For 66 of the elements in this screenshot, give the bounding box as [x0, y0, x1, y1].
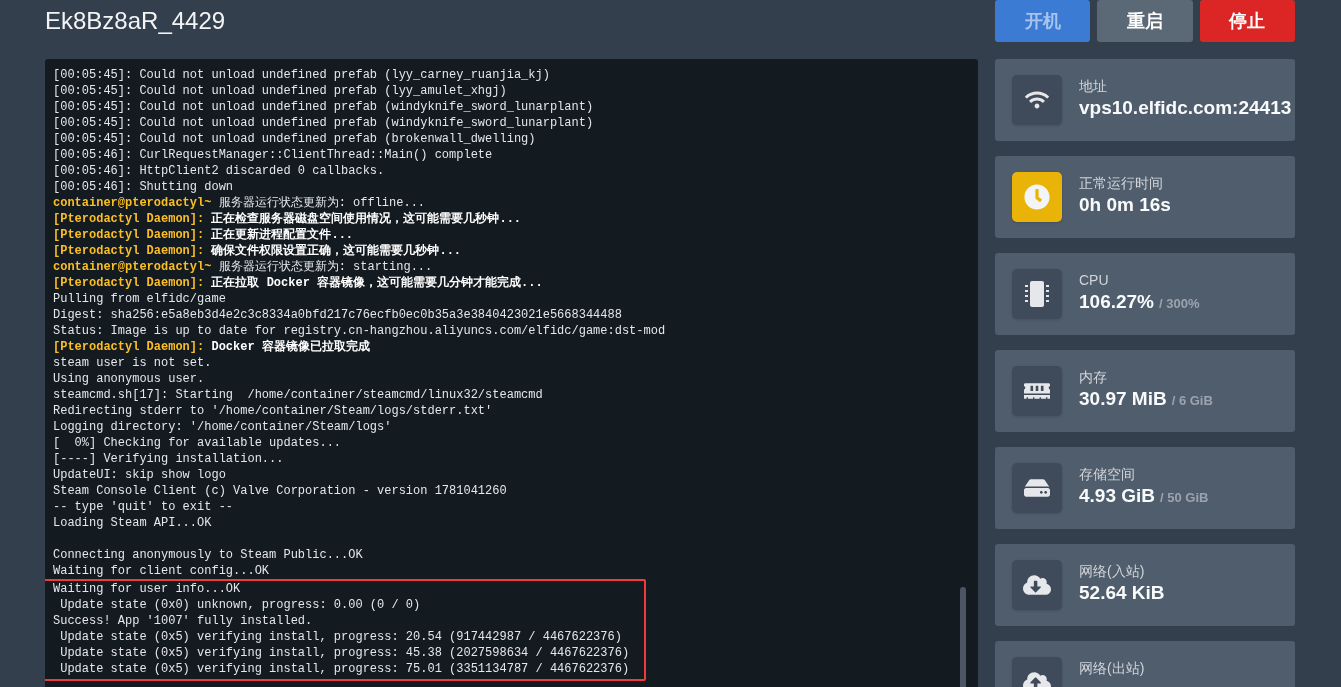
stat-limit: / 6 GiB: [1171, 392, 1213, 410]
server-name: Ek8Bz8aR_4429: [45, 6, 226, 36]
chip-icon: [1024, 279, 1050, 309]
console-line: 正在检查服务器磁盘空间使用情况，这可能需要几秒钟...: [210, 211, 522, 227]
stat-label: 网络(出站): [1079, 659, 1145, 677]
console-line: 服务器运行状态更新为: offline...: [217, 195, 426, 211]
console-prompt: container@pterodactyl~: [53, 195, 212, 211]
stat-limit: / 300%: [1159, 295, 1200, 313]
stat-value: 106.27%: [1079, 290, 1154, 314]
console-line: [00:05:45]: Could not unload undefined prefab (windyknife_sword_lunarplant): [53, 99, 595, 115]
console-line: Waiting for user info...OK: [53, 581, 242, 597]
daemon-prefix: [Pterodactyl Daemon]:: [53, 211, 205, 227]
scrollbar-thumb[interactable]: [960, 587, 966, 687]
console-line: [00:05:46]: CurlRequestManager::ClientThread::Main() complete: [53, 147, 494, 163]
console-line: 正在拉取 Docker 容器镜像，这可能需要几分钟才能完成...: [210, 275, 543, 291]
stat-limit: / 50 GiB: [1160, 489, 1209, 507]
stat-label: 地址: [1079, 77, 1108, 95]
console-line: -- type 'quit' to exit --: [53, 499, 235, 515]
console-prompt: container@pterodactyl~: [53, 259, 212, 275]
console-line: Update state (0x0) unknown, progress: 0.00 (0 / 0): [59, 597, 422, 613]
stat-label: CPU: [1079, 271, 1110, 289]
console-line: [----] Verifying installation...: [53, 451, 285, 467]
console-line: 正在更新进程配置文件...: [210, 227, 354, 243]
stat-label: 正常运行时间: [1079, 174, 1164, 192]
stat-label: 内存: [1079, 368, 1108, 386]
stat-value: 4.93 GiB: [1079, 484, 1156, 508]
console-line: [00:05:45]: Could not unload undefined prefab (brokenwall_dwelling): [53, 131, 537, 147]
console-line: steam user is not set.: [53, 355, 213, 371]
console-line: Steam Console Client (c) Valve Corporation - version 1781041260: [53, 483, 508, 499]
stat-value: 52.64 KiB: [1079, 581, 1165, 605]
daemon-prefix: [Pterodactyl Daemon]:: [53, 227, 205, 243]
console-line: Logging directory: '/home/container/Steam/logs': [53, 419, 393, 435]
console-line: Success! App '1007' fully installed.: [53, 613, 314, 629]
power-button[interactable]: 重启: [1097, 0, 1193, 42]
console-line: steamcmd.sh[17]: Starting /home/container/steamcmd/linux32/steamcmd: [53, 387, 544, 403]
console-line: Docker 容器镜像已拉取完成: [210, 339, 370, 355]
stat-label: 存储空间: [1079, 465, 1136, 483]
console-line: [ 0%] Checking for available updates...: [53, 435, 343, 451]
console-line: 服务器运行状态更新为: starting...: [217, 259, 433, 275]
console-line: Waiting for client config...OK: [53, 563, 271, 579]
clock-icon: [1024, 184, 1050, 210]
console-line: Update state (0x5) verifying install, progress: 75.01 (3351134787 / 4467622376): [59, 661, 631, 677]
console-line: Status: Image is up to date for registry.cn-hangzhou.aliyuncs.com/elfidc/game:dst-mod: [53, 323, 667, 339]
console-line: Loading Steam API...OK: [53, 515, 213, 531]
console-line: Update state (0x5) verifying install, progress: 45.38 (2027598634 / 4467622376): [59, 645, 631, 661]
power-button[interactable]: 停止: [1199, 0, 1295, 42]
console-line: 确保文件权限设置正确，这可能需要几秒钟...: [209, 243, 462, 259]
stat-value: 0h 0m 16s: [1079, 193, 1171, 217]
console-line: Update state (0x5) verifying install, progress: 20.54 (917442987 / 4467622376): [59, 629, 623, 645]
console-line: [00:05:46]: HttpClient2 discarded 0 callbacks.: [53, 163, 386, 179]
stat-value: vps10.elfidc.com:24413: [1079, 96, 1292, 120]
console-line: [00:05:45]: Could not unload undefined prefab (windyknife_sword_lunarplant): [53, 115, 595, 131]
console-line: Using anonymous user.: [53, 371, 206, 387]
console-line: [00:05:46]: Shutting down: [53, 179, 235, 195]
console-line: Digest: sha256:e5a8eb3d4e2c3c8334a0bfd217c76ecfb0ec0b35a3e3840423021e5668344488: [53, 307, 623, 323]
daemon-prefix: [Pterodactyl Daemon]:: [53, 243, 205, 259]
console-line: [00:05:45]: Could not unload undefined prefab (lyy_amulet_xhgj): [53, 83, 508, 99]
console-line: Connecting anonymously to Steam Public...OK: [53, 547, 364, 563]
console-line: Redirecting stderr to '/home/container/Steam/logs/stderr.txt': [53, 403, 494, 419]
stat-value: 30.97 MiB: [1079, 387, 1167, 411]
daemon-prefix: [Pterodactyl Daemon]:: [53, 275, 205, 291]
console-line: [00:05:45]: Could not unload undefined prefab (lyy_carney_ruanjia_kj): [53, 67, 551, 83]
stat-label: 网络(入站): [1079, 562, 1146, 580]
console-line: Pulling from elfidc/game: [53, 291, 227, 307]
daemon-prefix: [Pterodactyl Daemon]:: [53, 339, 205, 355]
console-line: UpdateUI: skip show logo: [53, 467, 227, 483]
